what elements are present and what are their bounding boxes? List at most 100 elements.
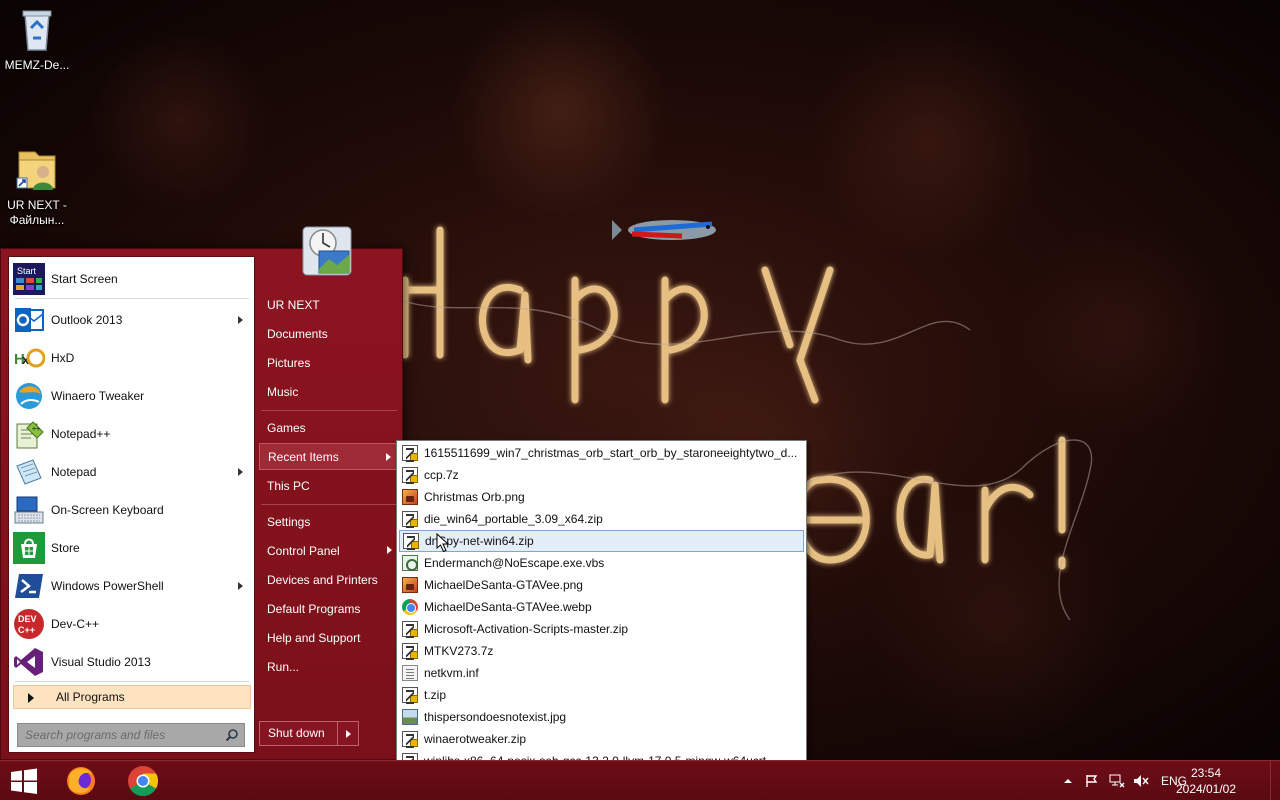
right-separator [261, 504, 397, 505]
right-item-pictures[interactable]: Pictures [259, 349, 397, 376]
tray-action-center[interactable] [1085, 761, 1101, 800]
recent-item[interactable]: dnSpy-net-win64.zip [399, 530, 804, 552]
right-item-run[interactable]: Run... [259, 653, 397, 680]
dev-cpp-icon: DEV C++ [13, 608, 45, 640]
start-screen-icon: Start [13, 263, 45, 295]
right-item-documents[interactable]: Documents [259, 320, 397, 347]
recent-item-name: thispersondoesnotexist.jpg [424, 710, 567, 724]
all-programs-button[interactable]: All Programs [13, 685, 251, 709]
right-item-label: Games [267, 420, 306, 435]
expand-arrow-icon [28, 693, 34, 703]
right-item-ur-next[interactable]: UR NEXT [259, 291, 397, 318]
recent-item[interactable]: die_win64_portable_3.09_x64.zip [399, 508, 804, 530]
recycle-bin-icon [13, 6, 61, 54]
program-notepad-plus-plus[interactable]: ++ Notepad++ [13, 416, 251, 452]
chevron-right-icon [346, 730, 351, 738]
inf-file-icon [402, 665, 418, 681]
recent-item[interactable]: t.zip [399, 684, 804, 706]
shutdown-label[interactable]: Shut down [260, 722, 338, 745]
start-button[interactable] [0, 761, 48, 800]
program-label: Notepad [51, 465, 97, 479]
store-icon [13, 532, 45, 564]
program-notepad[interactable]: Notepad [13, 454, 251, 490]
right-item-label: Control Panel [267, 543, 340, 558]
submenu-arrow-icon [238, 468, 243, 476]
fish-decoration [612, 220, 716, 240]
submenu-arrow-icon [386, 453, 391, 461]
clock[interactable]: 23:54 2024/01/02 [1166, 765, 1246, 797]
right-item-help-and-support[interactable]: Help and Support [259, 624, 397, 651]
program-label: Start Screen [51, 272, 118, 286]
program-label: HxD [51, 351, 75, 365]
desktop-icon-ur-next[interactable]: UR NEXT - Файлын... [0, 116, 74, 243]
right-item-settings[interactable]: Settings [259, 508, 397, 535]
recent-item[interactable]: thispersondoesnotexist.jpg [399, 706, 804, 728]
shutdown-options-button[interactable] [338, 722, 358, 745]
search-input[interactable] [18, 724, 218, 746]
recent-item[interactable]: MTKV273.7z [399, 640, 804, 662]
taskbar: ENG 23:54 2024/01/02 [0, 760, 1280, 800]
recent-items-menu: 1615511699_win7_christmas_orb_start_orb_… [396, 440, 807, 773]
program-label: Dev-C++ [51, 617, 100, 631]
zip-file-icon [402, 467, 418, 484]
script-file-icon [402, 555, 418, 571]
right-item-music[interactable]: Music [259, 378, 397, 405]
right-item-this-pc[interactable]: This PC [259, 472, 397, 499]
shutdown-button[interactable]: Shut down [259, 721, 359, 746]
tray-network[interactable] [1109, 761, 1127, 800]
recent-item[interactable]: MichaelDeSanta-GTAVee.webp [399, 596, 804, 618]
clock-date: 2024/01/02 [1175, 782, 1237, 796]
recent-item-name: ccp.7z [424, 468, 459, 482]
search-box[interactable] [17, 723, 245, 747]
user-picture-icon[interactable] [297, 221, 357, 281]
program-label: Visual Studio 2013 [51, 655, 151, 669]
submenu-arrow-icon [238, 582, 243, 590]
right-item-games[interactable]: Games [259, 414, 397, 441]
tray-volume[interactable] [1133, 761, 1151, 800]
jpg-file-icon [402, 709, 418, 725]
right-separator [261, 410, 397, 411]
right-item-label: Recent Items [268, 449, 339, 464]
recent-item[interactable]: Microsoft-Activation-Scripts-master.zip [399, 618, 804, 640]
recent-item[interactable]: Endermanch@NoEscape.exe.vbs [399, 552, 804, 574]
search-icon[interactable] [225, 728, 239, 742]
program-on-screen-keyboard[interactable]: On-Screen Keyboard [13, 492, 251, 528]
show-desktop-button[interactable] [1270, 761, 1280, 800]
chrome-icon [128, 766, 159, 797]
program-outlook-2013[interactable]: Outlook 2013 [13, 302, 251, 338]
recent-item[interactable]: MichaelDeSanta-GTAVee.png [399, 574, 804, 596]
program-visual-studio-2013[interactable]: Visual Studio 2013 [13, 644, 251, 680]
recent-item[interactable]: Christmas Orb.png [399, 486, 804, 508]
submenu-arrow-icon [387, 546, 392, 554]
outlook-icon [13, 304, 45, 336]
zip-file-icon [402, 731, 418, 748]
right-item-label: Run... [267, 659, 300, 674]
program-store[interactable]: Store [13, 530, 251, 566]
notepad-icon [13, 456, 45, 488]
program-start-screen[interactable]: Start Start Screen [13, 261, 251, 297]
start-menu: Start Start Screen Outlook 2013 H x HxD … [0, 226, 403, 760]
desktop-icon-memz[interactable]: MEMZ-De... [0, 6, 74, 73]
right-item-default-programs[interactable]: Default Programs [259, 595, 397, 622]
svg-text:DEV: DEV [18, 614, 37, 624]
right-item-devices-and-printers[interactable]: Devices and Printers [259, 566, 397, 593]
tray-show-hidden-icons[interactable] [1062, 761, 1074, 800]
clock-time: 23:54 [1190, 766, 1222, 780]
program-dev-cpp[interactable]: DEV C++ Dev-C++ [13, 606, 251, 642]
recent-item[interactable]: winaerotweaker.zip [399, 728, 804, 750]
taskbar-chrome[interactable] [115, 761, 171, 800]
recent-item[interactable]: ccp.7z [399, 464, 804, 486]
recent-item[interactable]: 1615511699_win7_christmas_orb_start_orb_… [399, 442, 804, 464]
programs-separator [15, 681, 249, 682]
program-hxd[interactable]: H x HxD [13, 340, 251, 376]
desktop-icon-label: MEMZ-De... [4, 58, 70, 72]
volume-muted-icon [1134, 775, 1149, 787]
taskbar-firefox[interactable] [53, 761, 109, 800]
recent-item[interactable]: netkvm.inf [399, 662, 804, 684]
right-item-control-panel[interactable]: Control Panel [259, 537, 397, 564]
image-file-icon [402, 577, 418, 593]
right-item-recent-items[interactable]: Recent Items [259, 443, 397, 470]
zip-file-icon [402, 445, 418, 462]
program-winaero-tweaker[interactable]: Winaero Tweaker [13, 378, 251, 414]
program-windows-powershell[interactable]: Windows PowerShell [13, 568, 251, 604]
